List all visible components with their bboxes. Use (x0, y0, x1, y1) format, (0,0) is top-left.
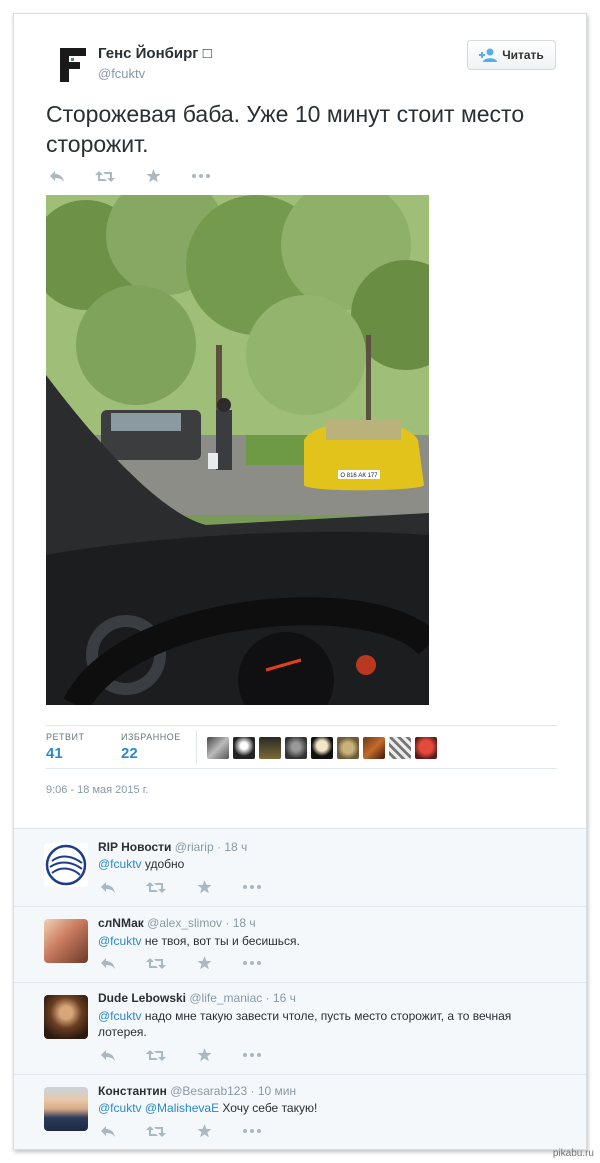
tweet-photo[interactable]: О 816 АК 177 (46, 195, 429, 705)
reply-icon[interactable] (98, 879, 118, 895)
reply-time[interactable]: · 16 ч (266, 991, 296, 1005)
retweet-label: РЕТВИТ (46, 732, 85, 742)
avatar[interactable] (363, 737, 385, 759)
reply-author-name[interactable]: RIP Новости (98, 840, 171, 854)
reply-mention[interactable]: @fcuktv @MalishevaE (98, 1101, 219, 1115)
reply-body: Хочу себе такую! (219, 1101, 318, 1115)
favorite-icon[interactable] (194, 1047, 214, 1063)
stats-divider (196, 730, 197, 764)
reply-time[interactable]: · 10 мин (250, 1084, 296, 1098)
avatar[interactable] (337, 737, 359, 759)
tweet-header: Генс Йонбирг □ @fcuktv Читать (14, 14, 586, 94)
reply-time[interactable]: · 18 ч (217, 840, 247, 854)
more-icon[interactable] (191, 168, 211, 184)
retweet-icon[interactable] (146, 879, 166, 895)
license-plate: О 816 АК 177 (340, 473, 378, 479)
reply-item: RIP Новости @riarip · 18 ч @fcuktv удобн… (14, 829, 586, 907)
avatar[interactable] (233, 737, 255, 759)
reply-text: @fcuktv надо мне такую завести чтоле, пу… (98, 1008, 558, 1040)
retweet-count: 41 (46, 745, 63, 762)
favorite-count: 22 (121, 745, 138, 762)
avatar[interactable] (259, 737, 281, 759)
tweet-card: Генс Йонбирг □ @fcuktv Читать Сторожевая… (13, 13, 587, 1150)
reply-icon[interactable] (47, 168, 67, 184)
reply-body: не твоя, вот ты и бесишься. (141, 934, 300, 948)
follow-button-label: Читать (502, 48, 544, 62)
tweet-actions (47, 168, 239, 184)
reply-mention[interactable]: @fcuktv (98, 1009, 142, 1023)
favorite-icon[interactable] (194, 879, 214, 895)
reply-author-handle[interactable]: @life_maniac (189, 991, 262, 1005)
reply-body: удобно (141, 857, 185, 871)
reply-header: Dude Lebowski @life_maniac · 16 ч (98, 991, 296, 1005)
author-name[interactable]: Генс Йонбирг □ (98, 45, 212, 62)
reply-author-handle[interactable]: @riarip (175, 840, 214, 854)
follow-button[interactable]: Читать (467, 40, 556, 70)
avatar[interactable] (389, 737, 411, 759)
avatar[interactable] (285, 737, 307, 759)
more-icon[interactable] (242, 879, 262, 895)
reply-item: Dude Lebowski @life_maniac · 16 ч @fcukt… (14, 983, 586, 1075)
reply-text: @fcuktv удобно (98, 856, 558, 872)
reply-icon[interactable] (98, 1047, 118, 1063)
retweet-icon[interactable] (95, 168, 115, 184)
retweet-icon[interactable] (146, 955, 166, 971)
retweet-icon[interactable] (146, 1123, 166, 1139)
reply-header: слNМак @alex_slimov · 18 ч (98, 916, 256, 930)
reply-actions (98, 879, 290, 895)
favorite-icon[interactable] (194, 955, 214, 971)
reply-time[interactable]: · 18 ч (225, 916, 255, 930)
avatar[interactable] (44, 919, 88, 963)
more-icon[interactable] (242, 1123, 262, 1139)
reply-header: Константин @Besarab123 · 10 мин (98, 1084, 296, 1098)
reply-actions (98, 1123, 290, 1139)
favoriters-avatars (207, 737, 437, 759)
reply-text: @fcuktv @MalishevaE Хочу себе такую! (98, 1100, 558, 1116)
reply-mention[interactable]: @fcuktv (98, 934, 142, 948)
reply-author-handle[interactable]: @alex_slimov (147, 916, 222, 930)
reply-actions (98, 1047, 290, 1063)
favorite-label: ИЗБРАННОЕ (121, 732, 181, 742)
more-icon[interactable] (242, 955, 262, 971)
retweet-icon[interactable] (146, 1047, 166, 1063)
avatar[interactable] (415, 737, 437, 759)
favorite-icon[interactable] (194, 1123, 214, 1139)
reply-author-name[interactable]: Dude Lebowski (98, 991, 186, 1005)
replies-section: RIP Новости @riarip · 18 ч @fcuktv удобн… (14, 828, 586, 1149)
reply-author-name[interactable]: Константин (98, 1084, 167, 1098)
favorite-icon[interactable] (143, 168, 163, 184)
photo-scene: О 816 АК 177 (46, 195, 429, 705)
author-handle[interactable]: @fcuktv (98, 66, 145, 81)
reply-item: Константин @Besarab123 · 10 мин @fcuktv … (14, 1075, 586, 1149)
more-icon[interactable] (242, 1047, 262, 1063)
avatar[interactable] (44, 995, 88, 1039)
reply-text: @fcuktv не твоя, вот ты и бесишься. (98, 933, 558, 949)
author-avatar[interactable] (54, 44, 90, 84)
add-user-icon (479, 48, 498, 62)
watermark: pikabu.ru (552, 1148, 594, 1159)
reply-author-name[interactable]: слNМак (98, 916, 144, 930)
reply-item: слNМак @alex_slimov · 18 ч @fcuktv не тв… (14, 907, 586, 983)
tweet-timestamp[interactable]: 9:06 - 18 мая 2015 г. (46, 784, 148, 796)
reply-author-handle[interactable]: @Besarab123 (170, 1084, 247, 1098)
reply-icon[interactable] (98, 1123, 118, 1139)
reply-icon[interactable] (98, 955, 118, 971)
reply-header: RIP Новости @riarip · 18 ч (98, 840, 247, 854)
reply-mention[interactable]: @fcuktv (98, 857, 142, 871)
avatar[interactable] (311, 737, 333, 759)
favorite-stat[interactable]: ИЗБРАННОЕ 22 (121, 732, 181, 762)
retweet-stat[interactable]: РЕТВИТ 41 (46, 732, 84, 762)
avatar[interactable] (207, 737, 229, 759)
reply-actions (98, 955, 290, 971)
tweet-text: Сторожевая баба. Уже 10 минут стоит мест… (46, 101, 525, 157)
avatar[interactable] (44, 1087, 88, 1131)
reply-body: надо мне такую завести чтоле, пусть мест… (98, 1009, 512, 1039)
tweet-stats: РЕТВИТ 41 ИЗБРАННОЕ 22 (46, 725, 557, 769)
avatar[interactable] (44, 843, 88, 887)
